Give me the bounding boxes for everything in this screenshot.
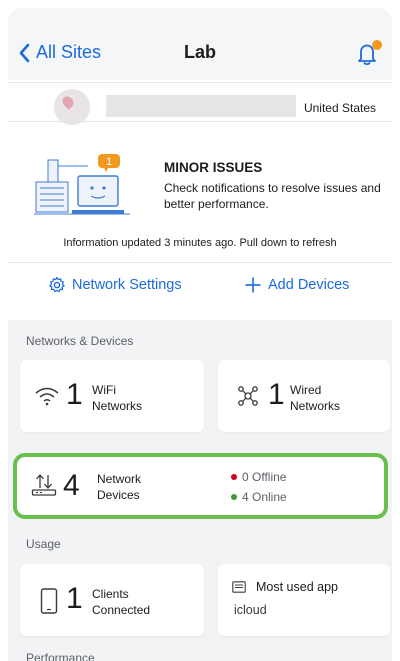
plus-icon	[245, 277, 261, 293]
site-country: United States	[303, 101, 376, 115]
section-usage: Usage	[26, 537, 61, 551]
nav-bar: All Sites Lab	[8, 8, 392, 80]
most-used-app-title: Most used app	[256, 580, 338, 594]
clients-label-line1: Clients	[92, 587, 129, 601]
wired-networks-card[interactable]: 1 Wired Networks	[218, 360, 390, 432]
issues-summary[interactable]: 1 MINOR ISSUES Check notifications to re…	[8, 126, 392, 231]
network-devices-count: 4	[63, 469, 80, 502]
online-dot-icon	[231, 494, 237, 500]
network-settings-label: Network Settings	[72, 277, 182, 293]
site-map-thumbnail	[54, 89, 90, 125]
most-used-app-card[interactable]: Most used app icloud	[218, 564, 390, 636]
offline-dot-icon	[231, 474, 237, 480]
wifi-label-line2: Networks	[92, 399, 143, 413]
network-devices-label: Network Devices	[97, 471, 141, 503]
wired-label-line1: Wired	[290, 383, 322, 397]
redacted-address	[106, 95, 296, 117]
online-count: 4 Online	[242, 490, 287, 504]
network-devices-label-line2: Devices	[97, 488, 140, 502]
add-devices-link[interactable]: Add Devices	[244, 276, 349, 294]
clients-label-line2: Connected	[92, 603, 151, 617]
clients-connected-card[interactable]: 1 Clients Connected	[20, 564, 204, 636]
gear-icon	[49, 276, 65, 293]
wifi-networks-label: WiFi Networks	[92, 382, 142, 414]
mobile-device-icon	[40, 588, 58, 614]
site-info-row[interactable]: United States	[8, 82, 392, 125]
app-screen: All Sites Lab United States 1 MINOR ISSU…	[8, 8, 392, 661]
network-settings-link[interactable]: Network Settings	[48, 276, 182, 294]
divider	[8, 262, 392, 263]
notification-badge	[372, 40, 382, 50]
clients-label: Clients Connected	[92, 586, 150, 618]
page-title: Lab	[183, 42, 216, 62]
section-performance: Performance	[26, 651, 95, 661]
wifi-icon	[35, 387, 59, 406]
clients-count: 1	[66, 582, 83, 615]
wired-label-line2: Networks	[290, 399, 341, 413]
network-devices-card[interactable]: 4 Network Devices 0 Offline 4 Online	[13, 453, 388, 519]
app-list-icon	[232, 581, 246, 593]
wifi-networks-count: 1	[66, 378, 83, 411]
last-updated-note: Information updated 3 minutes ago. Pull …	[63, 237, 337, 249]
offline-status: 0 Offline	[231, 470, 286, 484]
network-devices-label-line1: Network	[97, 472, 142, 486]
issue-description: Check notifications to resolve issues an…	[164, 181, 381, 211]
wired-networks-count: 1	[268, 378, 285, 411]
offline-count: 0 Offline	[242, 470, 287, 484]
notifications-button[interactable]	[352, 38, 382, 68]
wifi-label-line1: WiFi	[92, 383, 116, 397]
online-status: 4 Online	[231, 490, 287, 504]
most-used-app-value: icloud	[234, 603, 267, 617]
issue-count-badge: 1	[105, 156, 113, 168]
wired-networks-label: Wired Networks	[290, 382, 340, 414]
network-device-icon	[31, 474, 57, 496]
issue-severity-title: MINOR ISSUES	[164, 160, 263, 175]
network-topology-icon	[238, 386, 258, 406]
add-devices-label: Add Devices	[268, 277, 350, 293]
wifi-networks-card[interactable]: 1 WiFi Networks	[20, 360, 204, 432]
section-networks-devices: Networks & Devices	[26, 334, 134, 348]
